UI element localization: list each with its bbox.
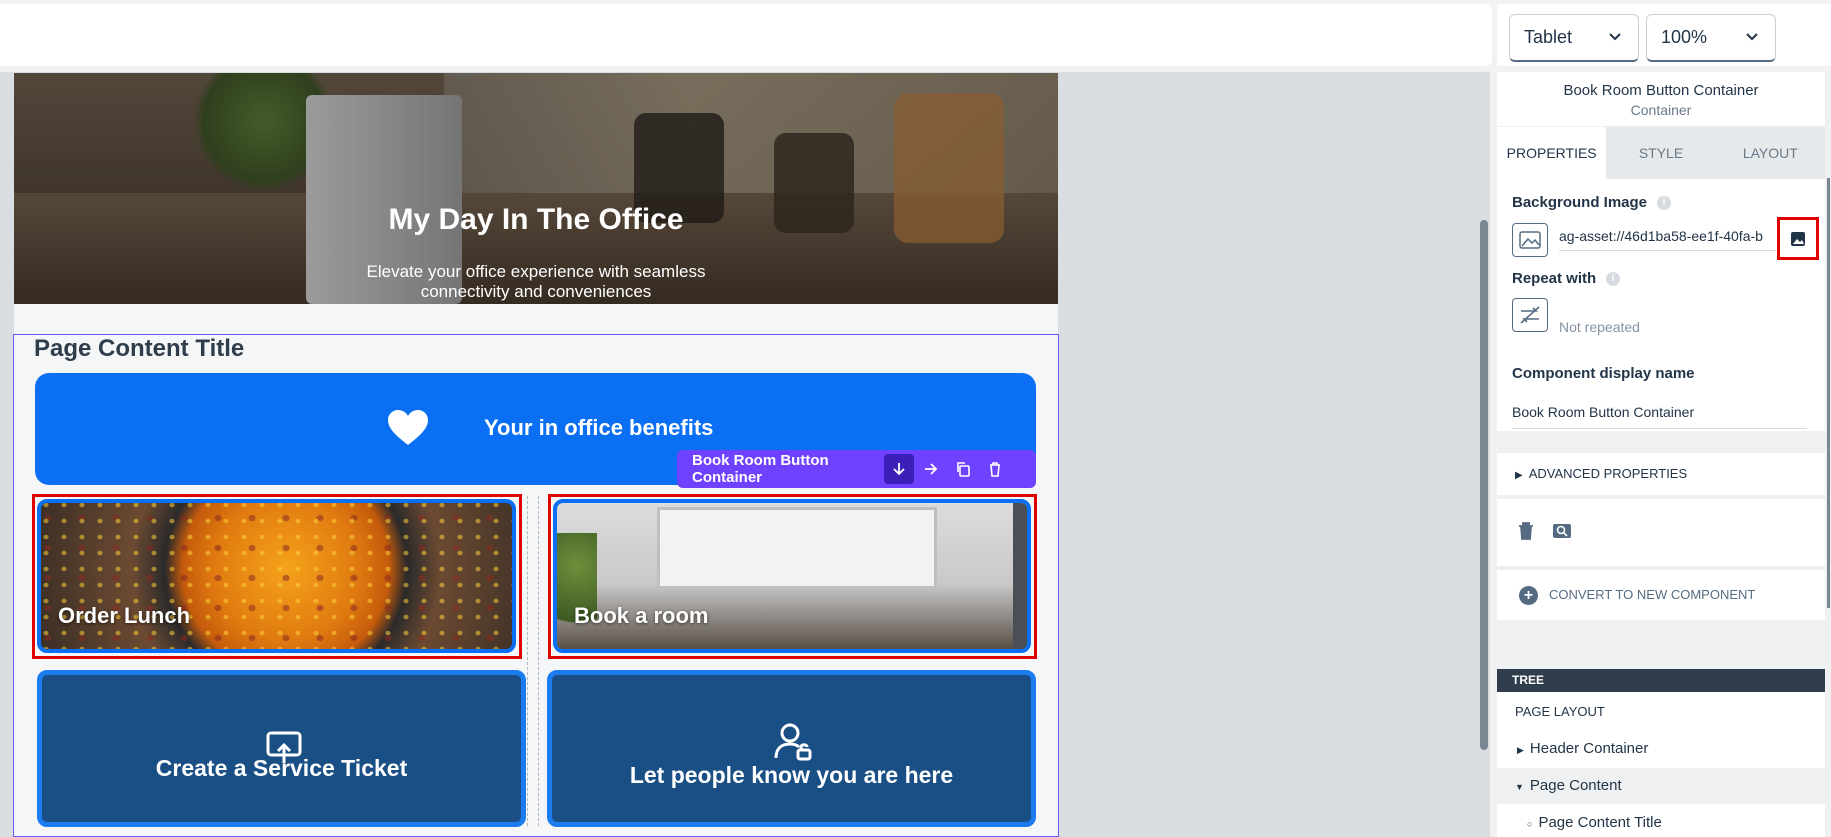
tree-header: TREE [1497, 669, 1825, 692]
heart-icon [388, 410, 428, 445]
plus-circle-icon: + [1519, 586, 1538, 605]
page-content-title[interactable]: Page Content Title [34, 335, 244, 363]
caret-right-icon: ▶ [1517, 745, 1524, 755]
tab-properties[interactable]: PROPERTIES [1497, 127, 1607, 179]
repeat-icon[interactable] [1512, 298, 1548, 332]
arrow-down-icon [893, 463, 905, 476]
book-room-tile[interactable]: Book a room [553, 499, 1031, 653]
component-type: Container [1630, 102, 1692, 118]
component-actions [1497, 499, 1825, 566]
background-image-label-text: Background Image [1512, 194, 1648, 211]
panel-tabs: PROPERTIES STYLE LAYOUT [1497, 127, 1825, 179]
whiteboard [657, 507, 937, 589]
tree-item-header-container-label: Header Container [1529, 740, 1649, 757]
device-select-value: Tablet [1524, 27, 1573, 47]
select-image-button[interactable] [1777, 217, 1819, 260]
background-image-input[interactable]: ag-asset://46d1ba58-ee1f-40fa-b [1559, 228, 1777, 251]
advanced-properties-label: ADVANCED PROPERTIES [1528, 466, 1688, 481]
component-tree: PAGE LAYOUT ▶ Header Container ▼ Page Cont… [1497, 692, 1825, 837]
component-name: Book Room Button Container [1563, 82, 1759, 99]
tab-style[interactable]: STYLE [1606, 127, 1715, 179]
display-name-label: Component display name [1512, 365, 1695, 382]
convert-component-button[interactable]: + CONVERT TO NEW COMPONENT [1497, 570, 1825, 620]
order-lunch-label: Order Lunch [58, 603, 191, 628]
repeat-with-label-text: Repeat with [1512, 270, 1597, 287]
column-gap-guide [527, 496, 539, 826]
trash-icon [990, 462, 1000, 477]
user-check-in-icon [774, 723, 812, 761]
move-down-button[interactable] [884, 454, 914, 484]
tree-item-page-content-title-label: Page Content Title [1538, 814, 1662, 831]
order-lunch-tile[interactable]: Order Lunch [37, 499, 516, 653]
presence-label: Let people know you are here [629, 762, 954, 788]
caret-right-icon: ▶ [1515, 470, 1523, 481]
properties-section: Background Image i ag-asset://46d1ba58-ee… [1497, 179, 1825, 431]
component-header: Book Room Button Container Container [1497, 72, 1825, 126]
presence-tile[interactable]: Let people know you are here [547, 670, 1036, 827]
benefits-label: Your in office benefits [484, 415, 714, 440]
book-room-label: Book a room [574, 603, 709, 628]
inspect-icon[interactable] [1552, 523, 1572, 539]
hero-subtitle: Elevate your office experience with seam… [366, 262, 706, 301]
info-icon[interactable]: i [1606, 272, 1621, 287]
hero-title: My Day In The Office [388, 203, 684, 236]
header-container[interactable]: My Day In The Office Elevate your office… [14, 73, 1058, 304]
chevron-down-icon [1746, 33, 1758, 41]
arrow-right-icon [925, 463, 938, 475]
selection-toolbar: Book Room Button Container [677, 450, 1036, 488]
caret-down-icon: ▼ [1515, 782, 1524, 792]
repeat-with-label: Repeat with i [1512, 270, 1621, 287]
convert-component-label: CONVERT TO NEW COMPONENT [1549, 587, 1756, 602]
display-name-input[interactable]: Book Room Button Container [1512, 404, 1807, 429]
circle-bullet-icon: ○ [1527, 819, 1533, 829]
tree-item-page-content-title[interactable]: ○ Page Content Title [1497, 805, 1825, 837]
tab-layout[interactable]: LAYOUT [1716, 127, 1825, 179]
move-right-button[interactable] [916, 454, 946, 484]
copy-icon [957, 462, 970, 477]
tree-item-page-content-label: Page Content [1529, 777, 1622, 794]
zoom-select-value: 100% [1661, 27, 1708, 47]
advanced-properties-toggle[interactable]: ▶ ADVANCED PROPERTIES [1497, 453, 1825, 495]
device-select[interactable]: Tablet [1509, 14, 1639, 62]
image-placeholder-icon [1512, 223, 1548, 257]
selected-component-name: Book Room Button Container [692, 452, 829, 486]
info-icon[interactable]: i [1657, 196, 1672, 211]
top-bar [0, 4, 1492, 66]
panel-scrollbar[interactable] [1827, 178, 1830, 608]
repeat-value: Not repeated [1559, 319, 1640, 335]
tree-item-header-container[interactable]: ▶ Header Container [1497, 731, 1825, 767]
image-icon [1791, 231, 1805, 246]
room-door [1013, 503, 1027, 649]
zoom-select[interactable]: 100% [1646, 14, 1776, 62]
canvas-scrollbar[interactable] [1480, 220, 1488, 750]
tree-item-page-layout[interactable]: PAGE LAYOUT [1497, 694, 1825, 730]
view-controls: Tablet 100% [1497, 4, 1831, 66]
service-ticket-tile[interactable]: Create a Service Ticket [37, 670, 526, 827]
delete-component-button[interactable] [980, 454, 1010, 484]
duplicate-button[interactable] [948, 454, 978, 484]
service-ticket-label: Create a Service Ticket [155, 755, 408, 781]
tree-item-page-content[interactable]: ▼ Page Content [1497, 768, 1825, 804]
background-image-label: Background Image i [1512, 194, 1672, 211]
trash-icon[interactable] [1518, 522, 1534, 540]
chevron-down-icon [1609, 33, 1621, 41]
